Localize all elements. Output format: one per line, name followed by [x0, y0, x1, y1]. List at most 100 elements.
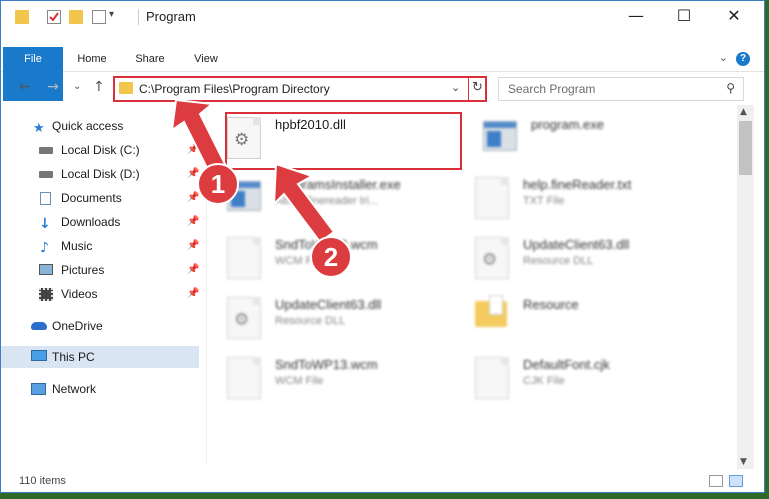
customize-toolbar-icon[interactable] [92, 10, 106, 24]
file-item-sndtowp13-wcm[interactable]: SndToWP13.wcm WCM File [217, 351, 457, 405]
refresh-button[interactable]: ↻ [472, 80, 483, 95]
window-title: Program [146, 9, 196, 24]
address-path[interactable]: C:\Program Files\Program Directory [139, 82, 330, 96]
new-folder-icon[interactable] [69, 10, 83, 24]
scroll-up-icon[interactable]: ▲ [740, 107, 747, 117]
file-name: program.exe [531, 117, 604, 132]
file-name: help.fineReader.txt [523, 177, 632, 192]
file-item-updateclient63-dll[interactable]: ⚙ UpdateClient63.dll Resource DLL [217, 291, 457, 345]
help-button[interactable]: ? [736, 52, 750, 66]
pin-icon[interactable]: 📌 [187, 259, 199, 281]
title-bar: ▾ Program — ☐ ✕ [1, 1, 764, 33]
address-bar[interactable]: C:\Program Files\Program Directory ⌄ ↻ [113, 76, 487, 102]
file-item-defaultfont-cjk[interactable]: DefaultFont.cjk CJK File [465, 351, 705, 405]
file-name: Resource [523, 297, 579, 312]
sidebar-item-downloads[interactable]: ↓ Downloads 📌 [1, 211, 199, 233]
sidebar-item-local-disk-d[interactable]: Local Disk (D:) 📌 [1, 163, 199, 185]
folder-icon [15, 10, 29, 24]
gear-icon: ⚙ [482, 250, 498, 270]
pictures-icon [39, 264, 53, 275]
scrollbar-thumb[interactable] [739, 121, 752, 175]
drive-icon [39, 171, 53, 178]
file-item-help-txt[interactable]: help.fineReader.txt TXT File [465, 171, 705, 225]
vertical-scrollbar[interactable]: ▲ ▼ [737, 105, 754, 469]
sidebar-item-label: OneDrive [52, 319, 103, 333]
sidebar-item-label: Downloads [61, 215, 121, 229]
txt-file-icon [475, 177, 509, 219]
documents-icon [40, 192, 51, 205]
file-list: ⚙ hpbf2010.dll program.exe ProgramsInsta… [215, 109, 735, 464]
pin-icon[interactable]: 📌 [187, 211, 199, 233]
sidebar-item-this-pc[interactable]: This PC [1, 346, 199, 368]
item-count: 110 items [19, 475, 66, 487]
tab-share[interactable]: Share [127, 47, 173, 71]
ribbon-tabs: File Home Share View ⌄ ? [1, 47, 764, 101]
file-name: DefaultFont.cjk [523, 357, 610, 372]
large-icons-view-icon[interactable] [729, 475, 743, 487]
computer-icon [31, 350, 47, 361]
file-name: ProgramsInstaller.exe [275, 177, 401, 192]
sidebar-item-quick-access[interactable]: ★ Quick access [1, 115, 199, 137]
search-input[interactable]: Search Program ⚲ [498, 77, 744, 101]
search-icon[interactable]: ⚲ [726, 81, 735, 95]
file-item-programsinstaller-exe[interactable]: ProgramsInstaller.exe ABBY finereader tr… [217, 171, 457, 225]
exe-icon [483, 121, 517, 151]
dll-file-icon: ⚙ [227, 117, 261, 159]
sidebar-item-pictures[interactable]: Pictures 📌 [1, 259, 199, 281]
sidebar-item-videos[interactable]: Videos 📌 [1, 283, 199, 305]
tab-view[interactable]: View [183, 47, 229, 71]
star-icon: ★ [33, 121, 45, 136]
up-button[interactable]: ↑ [93, 79, 105, 95]
recent-locations-button[interactable]: ⌄ [73, 81, 81, 92]
music-icon: ♪ [40, 240, 49, 256]
sidebar-item-label: Local Disk (C:) [61, 143, 140, 157]
file-type: ABBY finereader tri... [275, 195, 379, 207]
file-item-resource-folder[interactable]: Resource [465, 291, 705, 345]
status-bar: 110 items [1, 471, 764, 492]
expand-ribbon-icon[interactable]: ⌄ [719, 51, 728, 64]
file-explorer-window: ▾ Program — ☐ ✕ File Home Share View ⌄ ?… [0, 0, 765, 493]
file-item-updateclient63-dll[interactable]: ⚙ UpdateClient63.dll Resource DLL [465, 231, 705, 285]
maximize-button[interactable]: ☐ [661, 1, 707, 33]
address-dropdown-icon[interactable]: ⌄ [451, 81, 460, 94]
file-item-program-exe[interactable]: program.exe [473, 111, 713, 165]
file-type: TXT File [523, 195, 565, 207]
dll-file-icon: ⚙ [227, 297, 261, 339]
properties-icon[interactable] [47, 10, 61, 24]
sidebar-item-onedrive[interactable]: OneDrive [1, 315, 199, 337]
file-icon [475, 357, 509, 399]
tab-home[interactable]: Home [69, 47, 115, 71]
minimize-button[interactable]: — [613, 1, 659, 33]
forward-button[interactable]: → [47, 79, 59, 95]
title-separator [138, 9, 139, 25]
pin-icon[interactable]: 📌 [187, 235, 199, 257]
file-type: Resource DLL [523, 255, 594, 267]
pin-icon[interactable]: 📌 [187, 139, 199, 161]
sidebar-item-local-disk-c[interactable]: Local Disk (C:) 📌 [1, 139, 199, 161]
file-type: WCM File [275, 375, 324, 387]
file-name: SndToWP13.wcm [275, 357, 378, 372]
pane-divider [206, 109, 207, 464]
pin-icon[interactable]: 📌 [187, 283, 199, 305]
close-button[interactable]: ✕ [711, 1, 757, 33]
sidebar-item-label: Music [61, 239, 93, 253]
sidebar-item-label: This PC [52, 350, 95, 364]
videos-icon [39, 288, 53, 301]
file-name: UpdateClient63.dll [275, 297, 382, 312]
file-item-hpbf2010-dll[interactable]: ⚙ hpbf2010.dll [217, 111, 457, 165]
sidebar-item-label: Local Disk (D:) [61, 167, 140, 181]
scroll-down-icon[interactable]: ▼ [740, 457, 747, 467]
callout-1: 1 [197, 163, 239, 205]
address-separator [468, 78, 469, 100]
dll-file-icon: ⚙ [475, 237, 509, 279]
callout-2: 2 [310, 236, 352, 278]
chevron-down-icon[interactable]: ▾ [109, 9, 123, 23]
gear-icon: ⚙ [234, 310, 250, 330]
details-view-icon[interactable] [709, 475, 723, 487]
sidebar-item-music[interactable]: ♪ Music 📌 [1, 235, 199, 257]
file-type: Resource DLL [275, 315, 346, 327]
sidebar-item-documents[interactable]: Documents 📌 [1, 187, 199, 209]
file-type: CJK File [523, 375, 565, 387]
sidebar-item-network[interactable]: Network [1, 378, 199, 400]
back-button[interactable]: ← [19, 79, 31, 95]
